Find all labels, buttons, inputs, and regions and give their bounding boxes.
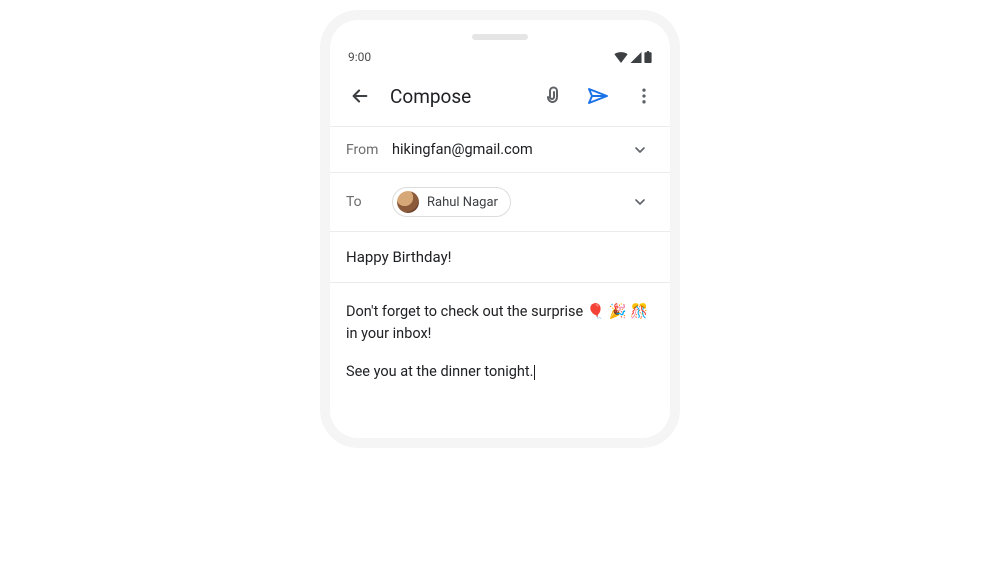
more-vert-icon xyxy=(634,86,654,106)
status-bar: 9:00 xyxy=(330,46,670,72)
app-bar: Compose xyxy=(330,72,670,126)
body-text: See you at the dinner tonight. xyxy=(346,363,533,380)
from-label: From xyxy=(346,142,392,158)
attach-button[interactable] xyxy=(536,80,568,112)
appbar-title: Compose xyxy=(390,85,522,108)
body-text: in your inbox! xyxy=(346,325,431,342)
send-button[interactable] xyxy=(582,80,614,112)
confetti-emoji-icon: 🎊 xyxy=(630,303,648,320)
from-row[interactable]: From hikingfan@gmail.com xyxy=(330,126,670,172)
battery-icon xyxy=(644,51,652,63)
send-icon xyxy=(586,84,610,108)
balloon-emoji-icon: 🎈 xyxy=(587,303,605,320)
cellular-icon xyxy=(630,52,642,63)
body-paragraph: See you at the dinner tonight. xyxy=(346,361,654,383)
phone-frame: 9:00 Compose From hikingfan@gmail.com To xyxy=(330,20,670,438)
wifi-icon xyxy=(614,52,628,63)
avatar xyxy=(397,191,419,213)
status-time: 9:00 xyxy=(348,50,371,64)
subject-text: Happy Birthday! xyxy=(346,248,452,266)
chevron-down-icon xyxy=(632,194,648,210)
party-popper-emoji-icon: 🎉 xyxy=(609,303,627,320)
to-row[interactable]: To Rahul Nagar xyxy=(330,172,670,231)
to-expand-button[interactable] xyxy=(626,194,654,210)
recipient-chip[interactable]: Rahul Nagar xyxy=(392,187,511,217)
body-text: Don't forget to check out the surprise xyxy=(346,303,583,320)
recipient-name: Rahul Nagar xyxy=(427,195,498,210)
from-value: hikingfan@gmail.com xyxy=(392,141,626,158)
phone-speaker xyxy=(472,34,528,40)
to-value: Rahul Nagar xyxy=(392,187,626,217)
chevron-down-icon xyxy=(632,142,648,158)
to-label: To xyxy=(346,194,392,210)
body-field[interactable]: Don't forget to check out the surprise 🎈… xyxy=(330,282,670,438)
paperclip-icon xyxy=(540,84,564,108)
status-icons xyxy=(614,51,652,63)
back-button[interactable] xyxy=(344,80,376,112)
arrow-left-icon xyxy=(349,85,371,107)
more-button[interactable] xyxy=(628,80,660,112)
subject-field[interactable]: Happy Birthday! xyxy=(330,231,670,282)
text-cursor xyxy=(534,365,535,380)
from-expand-button[interactable] xyxy=(626,142,654,158)
body-paragraph: Don't forget to check out the surprise 🎈… xyxy=(346,301,654,345)
